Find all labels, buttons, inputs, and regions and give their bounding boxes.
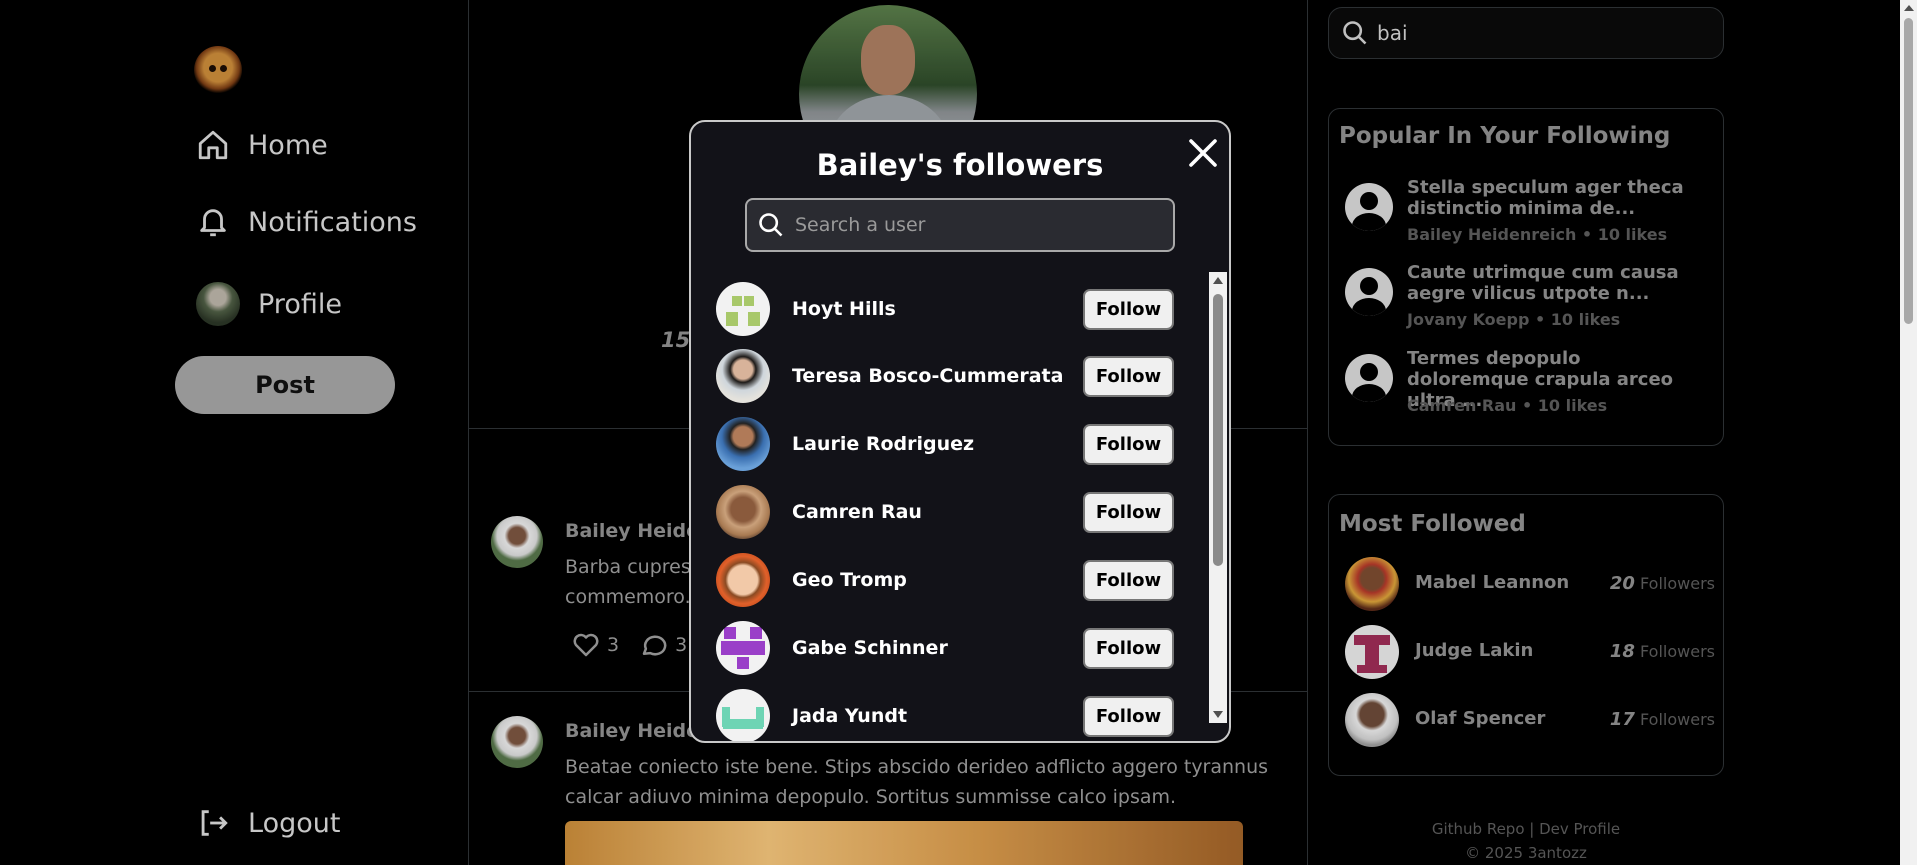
avatar[interactable] <box>716 553 770 607</box>
scroll-up-icon[interactable] <box>1213 277 1223 284</box>
avatar[interactable] <box>716 621 770 675</box>
follower-name[interactable]: Hoyt Hills <box>792 298 896 320</box>
close-icon <box>1189 139 1217 167</box>
follower-name[interactable]: Camren Rau <box>792 501 922 523</box>
follower-name[interactable]: Jada Yundt <box>792 705 907 727</box>
follow-button[interactable]: Follow <box>1083 356 1174 397</box>
avatar[interactable] <box>716 689 770 741</box>
avatar[interactable] <box>716 485 770 539</box>
follow-button[interactable]: Follow <box>1083 696 1174 737</box>
follower-name[interactable]: Gabe Schinner <box>792 637 948 659</box>
list-item[interactable]: Jada Yundt Follow <box>716 687 1186 741</box>
scroll-down-icon[interactable] <box>1213 711 1223 718</box>
list-item[interactable]: Teresa Bosco-Cummerata Follow <box>716 347 1186 405</box>
follow-button[interactable]: Follow <box>1083 289 1174 330</box>
avatar[interactable] <box>716 282 770 336</box>
user-search-field[interactable] <box>745 198 1175 252</box>
page-scrollbar[interactable] <box>1900 0 1917 865</box>
avatar[interactable] <box>716 417 770 471</box>
follow-button[interactable]: Follow <box>1083 424 1174 465</box>
search-icon <box>759 213 783 237</box>
follower-name[interactable]: Laurie Rodriguez <box>792 433 974 455</box>
modal-scrollbar[interactable] <box>1209 272 1227 723</box>
follower-name[interactable]: Geo Tromp <box>792 569 907 591</box>
follow-button[interactable]: Follow <box>1083 628 1174 669</box>
follower-name[interactable]: Teresa Bosco-Cummerata <box>792 365 1063 387</box>
avatar[interactable] <box>716 349 770 403</box>
modal-title: Bailey's followers <box>816 148 1104 182</box>
user-search-input[interactable] <box>795 214 1155 236</box>
close-button[interactable] <box>1185 135 1221 171</box>
list-item[interactable]: Camren Rau Follow <box>716 483 1186 541</box>
list-item[interactable]: Laurie Rodriguez Follow <box>716 415 1186 473</box>
followers-list: Hoyt Hills Follow Teresa Bosco-Cummerata… <box>691 272 1209 741</box>
follow-button[interactable]: Follow <box>1083 492 1174 533</box>
list-item[interactable]: Hoyt Hills Follow <box>716 280 1186 338</box>
list-item[interactable]: Geo Tromp Follow <box>716 551 1186 609</box>
follow-button[interactable]: Follow <box>1083 560 1174 601</box>
list-item[interactable]: Gabe Schinner Follow <box>716 619 1186 677</box>
scroll-thumb[interactable] <box>1213 294 1223 566</box>
followers-modal: Bailey's followers Hoyt Hills Follow Ter… <box>689 120 1231 743</box>
